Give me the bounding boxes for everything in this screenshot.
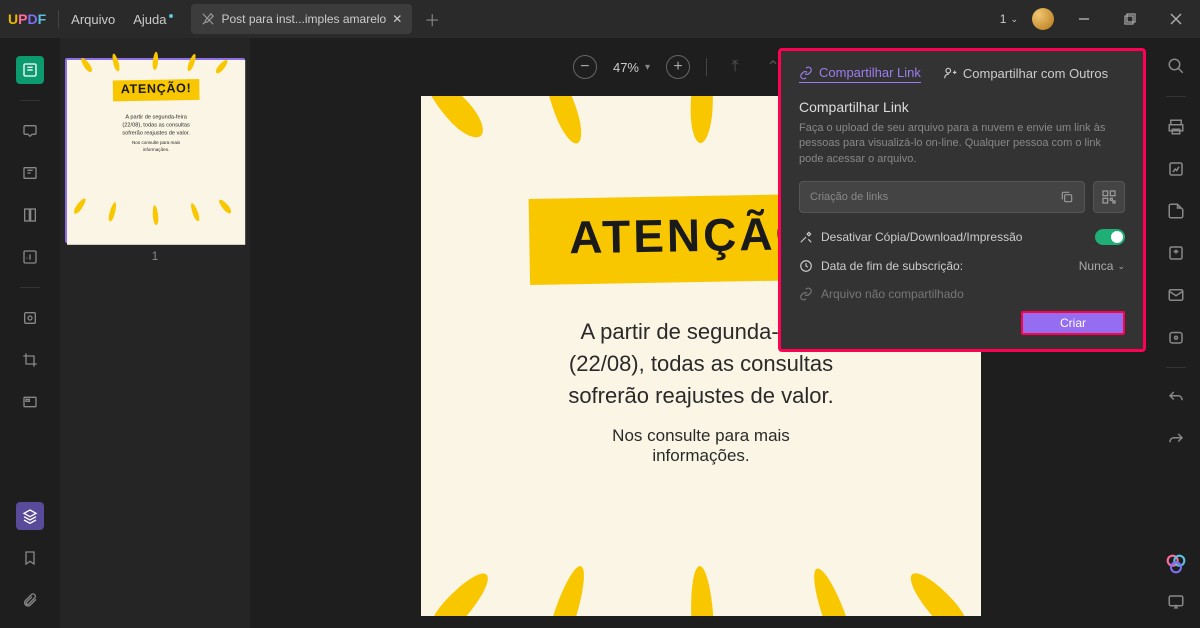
share-panel: Compartilhar Link Compartilhar com Outro… [778,48,1146,352]
menu-help[interactable]: Ajuda [133,12,173,27]
close-icon[interactable]: ✕ [392,12,402,26]
disable-copy-label: Desativar Cópia/Download/Impressão [821,230,1022,244]
document-text: Nos consulte para mais [461,426,941,446]
tools-icon [799,230,813,244]
first-page-button[interactable]: ⤒ [723,55,747,79]
divider [706,58,707,76]
share-icon[interactable] [1164,325,1188,349]
share-title: Compartilhar Link [799,99,1125,115]
document-text: sofrerão reajustes de valor. [461,380,941,412]
ocr-tool-icon[interactable] [16,243,44,271]
user-count[interactable]: 1⌄ [1000,12,1018,26]
disable-copy-toggle[interactable] [1095,229,1125,245]
edit-tool-icon[interactable] [16,159,44,187]
divider [20,100,40,101]
qr-code-button[interactable] [1093,181,1125,213]
zoom-out-button[interactable]: − [573,55,597,79]
screenshot-icon[interactable] [1164,157,1188,181]
ai-icon[interactable] [1166,554,1186,574]
tab-label: Post para inst...imples amarelo [221,12,386,26]
comment-tool-icon[interactable] [16,117,44,145]
chat-icon[interactable] [1164,590,1188,614]
page-thumbnail[interactable]: ATENÇÃO! A partir de segunda-feira (22/0… [65,58,245,243]
tab-share-others[interactable]: Compartilhar com Outros [943,66,1108,83]
divider [58,10,59,28]
protect-tool-icon[interactable] [16,304,44,332]
undo-icon[interactable] [1164,386,1188,410]
app-logo: UPDF [8,11,46,27]
reader-mode-icon[interactable] [16,56,44,84]
redo-icon[interactable] [1164,428,1188,452]
person-add-icon [943,66,957,80]
document-text: informações. [461,446,941,466]
minimize-button[interactable] [1068,5,1100,33]
crop-tool-icon[interactable] [16,346,44,374]
create-button[interactable]: Criar [1021,311,1125,335]
pencil-off-icon [201,12,215,26]
add-tab-button[interactable]: ＋ [420,7,444,31]
share-description: Faça o upload de seu arquivo para a nuve… [799,121,1125,167]
divider [20,287,40,288]
zoom-level[interactable]: 47%▾ [613,60,650,75]
link-icon [799,66,813,80]
attachment-icon[interactable] [16,586,44,614]
copy-icon[interactable] [1060,190,1074,204]
thumbnail-page-number: 1 [152,249,159,263]
clock-icon [799,259,813,273]
expiry-label: Data de fim de subscrição: [821,259,963,273]
tab-share-link[interactable]: Compartilhar Link [799,65,921,83]
layers-icon[interactable] [16,502,44,530]
form-tool-icon[interactable] [16,388,44,416]
email-icon[interactable] [1164,283,1188,307]
link-off-icon [799,287,813,301]
print-icon[interactable] [1164,115,1188,139]
maximize-button[interactable] [1114,5,1146,33]
avatar[interactable] [1032,8,1054,30]
zoom-in-button[interactable]: + [666,55,690,79]
close-button[interactable] [1160,5,1192,33]
share-link-input[interactable]: Criação de links [799,181,1085,213]
page-tool-icon[interactable] [16,201,44,229]
not-shared-label: Arquivo não compartilhado [821,287,964,301]
export-icon[interactable] [1164,241,1188,265]
save-icon[interactable] [1164,199,1188,223]
document-text: (22/08), todas as consultas [461,348,941,380]
menu-file[interactable]: Arquivo [71,12,115,27]
expiry-dropdown[interactable]: Nunca⌄ [1079,259,1125,273]
bookmark-icon[interactable] [16,544,44,572]
search-icon[interactable] [1164,54,1188,78]
thumbnail-heading: ATENÇÃO! [121,81,192,96]
divider [1166,96,1186,97]
document-tab[interactable]: Post para inst...imples amarelo ✕ [191,4,412,34]
divider [1166,367,1186,368]
